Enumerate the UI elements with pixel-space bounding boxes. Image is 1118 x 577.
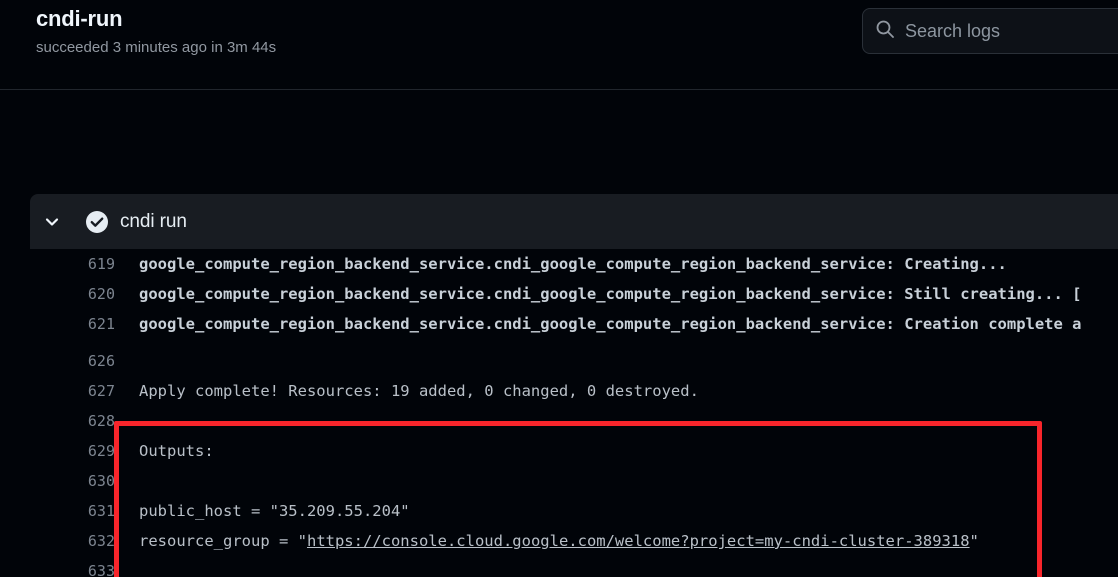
log-line[interactable]: 619 google_compute_region_backend_servic… [0, 249, 1118, 279]
log-line[interactable]: 626 [0, 346, 1118, 376]
line-number: 626 [87, 352, 115, 370]
log-line[interactable]: 620 google_compute_region_backend_servic… [0, 279, 1118, 309]
run-status-summary: succeeded 3 minutes ago in 3m 44s [36, 39, 277, 56]
line-number: 619 [87, 255, 115, 273]
chevron-down-icon[interactable] [30, 213, 74, 231]
search-icon [875, 19, 895, 44]
log-line[interactable]: 631 public_host = "35.209.55.204" [0, 496, 1118, 526]
log-line[interactable]: 628 [0, 406, 1118, 436]
line-number: 628 [87, 412, 115, 430]
line-number: 630 [87, 472, 115, 490]
line-number: 621 [87, 315, 115, 333]
line-content: google_compute_region_backend_service.cn… [139, 315, 1082, 333]
line-content: public_host = "35.209.55.204" [139, 502, 410, 520]
line-number: 633 [87, 562, 115, 577]
line-content: google_compute_region_backend_service.cn… [139, 255, 1007, 273]
line-number: 620 [87, 285, 115, 303]
job-header-cndi-run[interactable]: cndi run [30, 194, 1118, 249]
line-suffix: " [969, 532, 979, 550]
line-number: 631 [87, 502, 115, 520]
log-region: cndi run 619 google_compute_region_backe… [0, 90, 1118, 577]
log-line[interactable]: 621 google_compute_region_backend_servic… [0, 309, 1118, 339]
page-header: cndi-run succeeded 3 minutes ago in 3m 4… [0, 0, 1118, 90]
job-label: cndi run [120, 210, 187, 232]
log-line[interactable]: 630 [0, 466, 1118, 496]
resource-group-link[interactable]: https://console.cloud.google.com/welcome… [307, 532, 970, 550]
search-input[interactable] [905, 20, 1118, 42]
page-title: cndi-run [36, 6, 123, 31]
log-line[interactable]: 632 resource_group = "https://console.cl… [0, 526, 1118, 556]
line-content: resource_group = "https://console.cloud.… [115, 532, 1118, 550]
line-content: google_compute_region_backend_service.cn… [139, 285, 1082, 303]
log-line[interactable]: 633 [0, 556, 1118, 577]
log-line[interactable]: 627 Apply complete! Resources: 19 added,… [0, 376, 1118, 406]
line-content: Apply complete! Resources: 19 added, 0 c… [139, 382, 699, 400]
log-output[interactable]: 619 google_compute_region_backend_servic… [0, 249, 1118, 577]
log-line[interactable]: 629 Outputs: [0, 436, 1118, 466]
line-number: 627 [87, 382, 115, 400]
line-prefix: resource_group = " [139, 532, 307, 550]
line-number: 629 [87, 442, 115, 460]
line-content: Outputs: [139, 442, 214, 460]
line-number: 632 [87, 532, 115, 550]
check-circle-icon [74, 210, 120, 234]
search-logs-box[interactable] [862, 8, 1118, 54]
